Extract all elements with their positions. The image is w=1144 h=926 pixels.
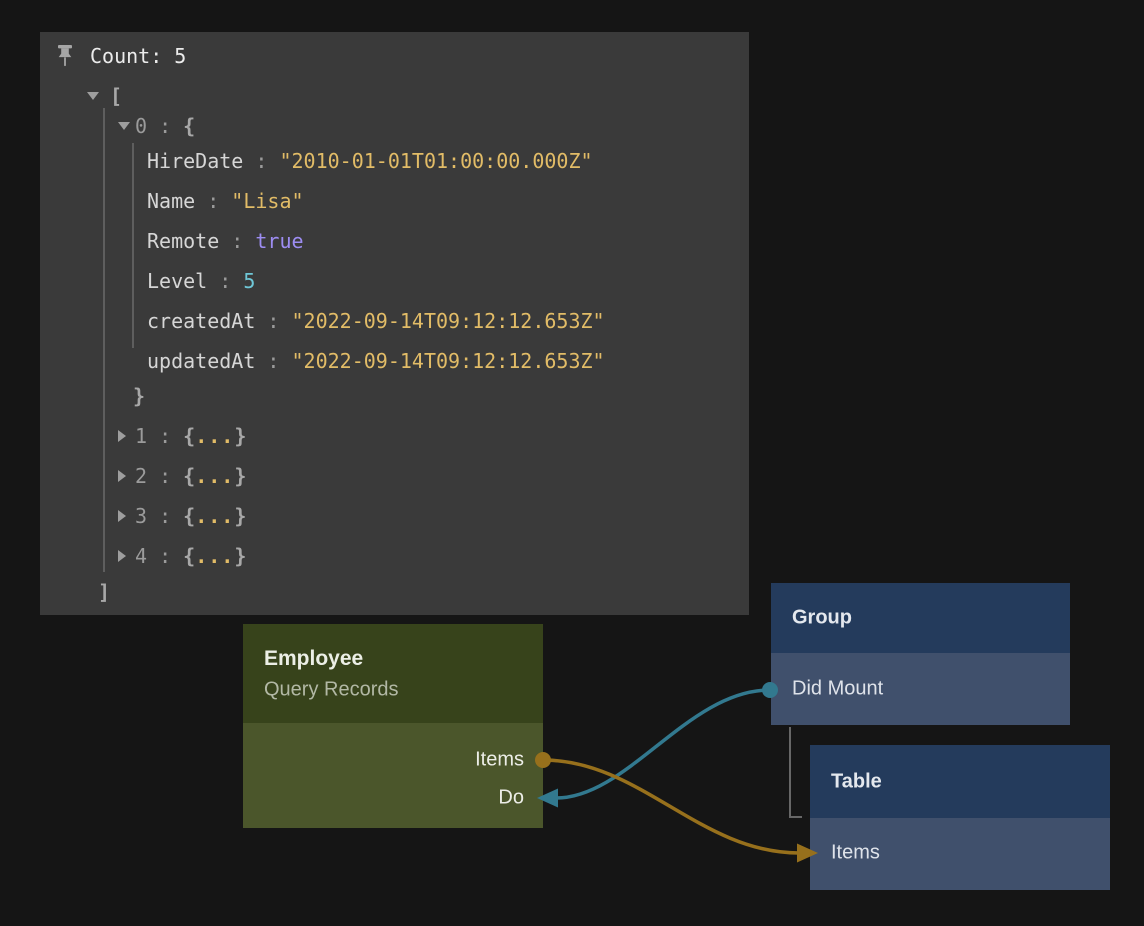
tree-row-field-remote: Remote : true	[147, 229, 304, 253]
chevron-down-icon[interactable]	[87, 92, 110, 100]
tree-row-object-1[interactable]: 1 : {...}	[118, 424, 246, 448]
node-table[interactable]: Table Items	[810, 745, 1110, 890]
node-title: Employee	[264, 647, 363, 671]
tree-row-object-4[interactable]: 4 : {...}	[118, 544, 246, 568]
indent-guide	[132, 143, 134, 348]
node-header: Employee Query Records	[243, 624, 543, 723]
node-title: Group	[792, 607, 852, 630]
node-title: Table	[831, 770, 882, 793]
chevron-right-icon[interactable]	[118, 430, 135, 442]
tree-row-field-level: Level : 5	[147, 269, 255, 293]
wire-didmount-to-do[interactable]	[556, 690, 770, 798]
tree-row-array-open[interactable]: [	[87, 84, 122, 108]
node-header: Table	[810, 745, 1110, 818]
tree-row-field-createdat: createdAt : "2022-09-14T09:12:12.653Z"	[147, 309, 605, 333]
pin-icon[interactable]	[55, 44, 75, 69]
wire-items-to-items[interactable]	[543, 760, 799, 853]
node-body: Items Do	[243, 723, 543, 828]
node-body: Items	[810, 818, 1110, 890]
debug-inspector-panel: Count: 5 [ 0 : { HireDate : "2010-01-01T…	[40, 32, 749, 615]
port-items-output[interactable]: Items	[475, 749, 524, 772]
tree-row-array-close: ]	[98, 580, 110, 604]
hierarchy-link-group-table	[790, 727, 802, 817]
indent-guide	[103, 108, 105, 572]
tree-row-field-updatedat: updatedAt : "2022-09-14T09:12:12.653Z"	[147, 349, 605, 373]
node-employee-query-records[interactable]: Employee Query Records Items Do	[243, 624, 543, 828]
chevron-right-icon[interactable]	[118, 510, 135, 522]
port-did-mount[interactable]: Did Mount	[792, 678, 883, 701]
node-group[interactable]: Group Did Mount	[771, 583, 1070, 725]
chevron-right-icon[interactable]	[118, 550, 135, 562]
flow-canvas[interactable]: Count: 5 [ 0 : { HireDate : "2010-01-01T…	[0, 0, 1144, 926]
tree-row-field-hiredate: HireDate : "2010-01-01T01:00:00.000Z"	[147, 149, 593, 173]
tree-row-object-0[interactable]: 0 : {	[118, 114, 195, 138]
chevron-down-icon[interactable]	[118, 122, 135, 130]
node-body: Did Mount	[771, 653, 1070, 725]
tree-row-object-2[interactable]: 2 : {...}	[118, 464, 246, 488]
chevron-right-icon[interactable]	[118, 470, 135, 482]
tree-row-object-3[interactable]: 3 : {...}	[118, 504, 246, 528]
node-header: Group	[771, 583, 1070, 653]
tree-row-field-name: Name : "Lisa"	[147, 189, 304, 213]
port-do-input[interactable]: Do	[498, 787, 524, 810]
node-subtitle: Query Records	[264, 679, 399, 702]
inspector-title: Count: 5	[90, 44, 186, 68]
port-items-input[interactable]: Items	[831, 842, 880, 865]
tree-row-object-0-close: }	[133, 384, 145, 408]
